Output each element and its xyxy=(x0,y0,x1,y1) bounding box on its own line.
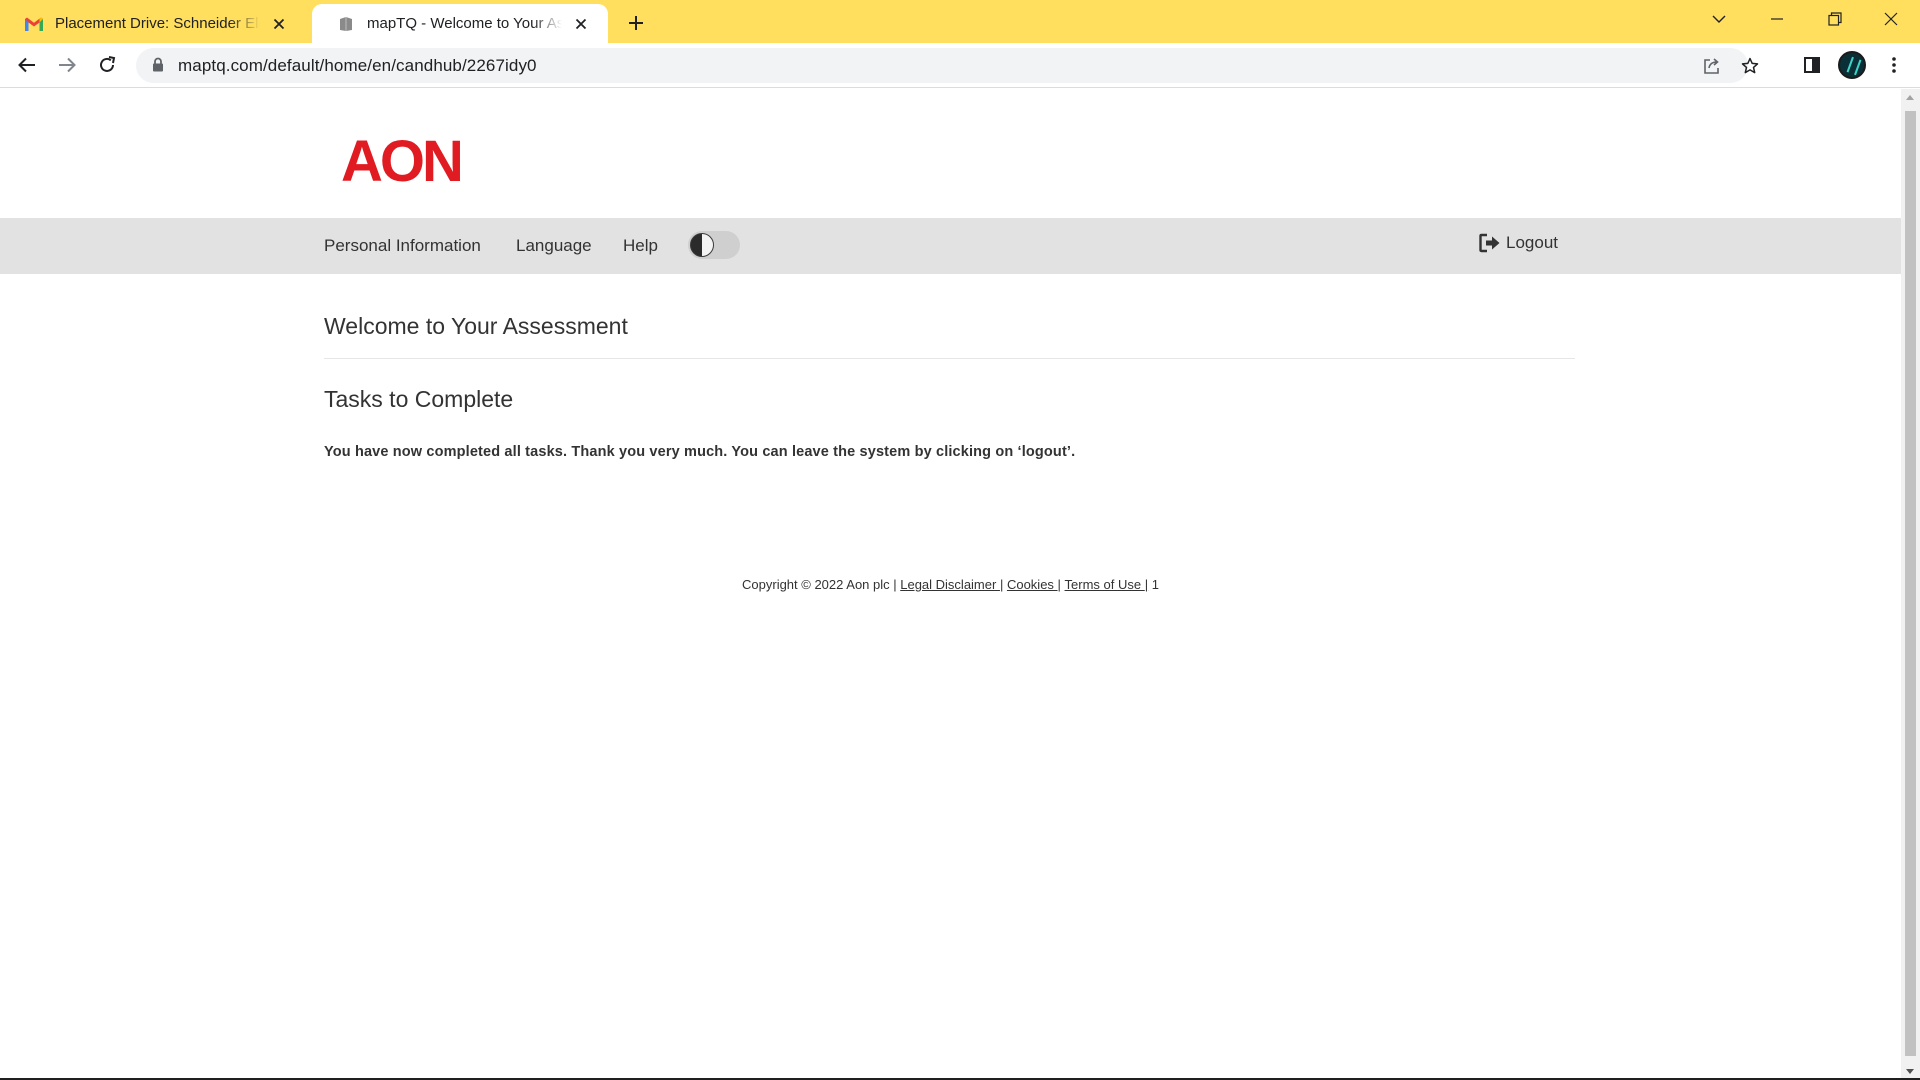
lock-icon[interactable] xyxy=(152,57,164,72)
close-tab-icon[interactable] xyxy=(570,13,592,35)
gmail-icon xyxy=(24,14,44,34)
legal-disclaimer-label: Legal Disclaimer xyxy=(900,577,1000,592)
nav-personal-information[interactable]: Personal Information xyxy=(324,236,481,256)
page-viewport: AON Personal Information Language Help L… xyxy=(0,89,1901,1080)
section-title: Tasks to Complete xyxy=(324,386,514,412)
vertical-scrollbar[interactable] xyxy=(1901,89,1920,1080)
avatar xyxy=(1838,51,1866,79)
footer: Copyright © 2022 Aon plc | Legal Disclai… xyxy=(0,577,1901,592)
page-number: 1 xyxy=(1151,577,1159,592)
browser-toolbar: maptq.com/default/home/en/candhub/2267id… xyxy=(0,43,1920,88)
menu-dots-icon[interactable] xyxy=(1878,49,1910,81)
tab-gmail[interactable]: Placement Drive: Schneider Electric xyxy=(0,4,306,43)
contrast-toggle[interactable] xyxy=(688,231,740,259)
tab-search-button[interactable] xyxy=(1690,0,1748,38)
arrow-left-icon xyxy=(18,57,35,73)
close-tab-icon[interactable] xyxy=(268,13,290,35)
legal-disclaimer-link[interactable]: Legal Disclaimer | xyxy=(900,577,1003,592)
copyright-text: Copyright © 2022 Aon plc | xyxy=(742,577,901,592)
scroll-down-arrow-icon[interactable] xyxy=(1906,1069,1914,1074)
scroll-thumb[interactable] xyxy=(1905,111,1916,1056)
separator: | xyxy=(999,577,1004,592)
bookmark-star-icon[interactable] xyxy=(1736,52,1764,80)
sign-out-icon xyxy=(1479,233,1500,253)
contrast-icon xyxy=(690,233,714,257)
scroll-up-arrow-icon[interactable] xyxy=(1906,95,1914,100)
close-icon xyxy=(1884,12,1898,26)
aon-logo: AON xyxy=(341,129,464,189)
restore-button[interactable] xyxy=(1806,0,1864,38)
reload-icon xyxy=(100,56,116,72)
address-url[interactable]: maptq.com/default/home/en/candhub/2267id… xyxy=(178,56,537,76)
arrow-right-icon xyxy=(59,57,76,73)
forward-button[interactable] xyxy=(51,49,83,81)
address-bar[interactable]: maptq.com/default/home/en/candhub/2267id… xyxy=(136,48,1759,83)
page-icon xyxy=(336,14,356,34)
site-navbar: Personal Information Language Help Logou… xyxy=(0,218,1901,274)
tab-maptq[interactable]: mapTQ - Welcome to Your Assessment xyxy=(312,4,608,43)
nav-language[interactable]: Language xyxy=(516,236,592,256)
nav-help[interactable]: Help xyxy=(623,236,658,256)
cookies-link[interactable]: Cookies | xyxy=(1007,577,1061,592)
back-button[interactable] xyxy=(11,49,43,81)
tab-strip: Placement Drive: Schneider Electric mapT… xyxy=(0,0,1920,43)
reload-button[interactable] xyxy=(91,49,123,81)
chevron-down-icon xyxy=(1712,15,1726,23)
profile-avatar[interactable] xyxy=(1836,49,1868,81)
restore-icon xyxy=(1828,12,1842,26)
logo-text: AON xyxy=(341,129,461,189)
page-title: Welcome to Your Assessment xyxy=(324,313,628,339)
close-window-button[interactable] xyxy=(1862,0,1920,38)
new-tab-button[interactable] xyxy=(622,9,650,37)
tab-title: mapTQ - Welcome to Your Assessment xyxy=(367,15,562,32)
divider xyxy=(324,358,1575,359)
completion-message: You have now completed all tasks. Thank … xyxy=(324,444,1076,460)
minimize-icon xyxy=(1771,18,1783,20)
plus-icon xyxy=(629,16,643,30)
tab-title: Placement Drive: Schneider Electric xyxy=(55,15,260,32)
minimize-button[interactable] xyxy=(1748,0,1806,38)
separator: | xyxy=(1057,577,1061,592)
cookies-label: Cookies xyxy=(1006,577,1058,592)
side-panel-icon[interactable] xyxy=(1796,49,1828,81)
terms-of-use-link[interactable]: Terms of Use | xyxy=(1065,577,1149,592)
logout-button[interactable]: Logout xyxy=(1479,233,1558,253)
logout-label: Logout xyxy=(1506,233,1558,252)
share-icon[interactable] xyxy=(1698,52,1726,80)
separator: | xyxy=(1144,577,1149,592)
terms-of-use-label: Terms of Use xyxy=(1064,577,1145,592)
